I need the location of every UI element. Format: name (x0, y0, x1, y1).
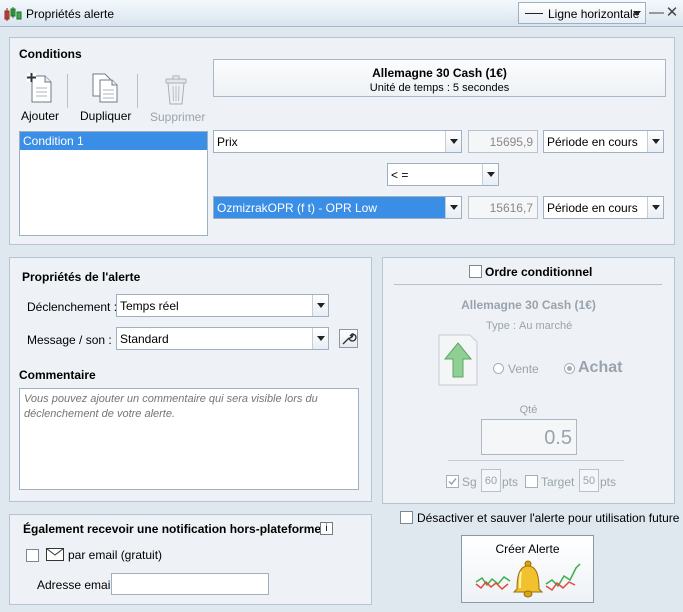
target-unit: pts (600, 475, 617, 489)
chevron-down-icon (312, 328, 328, 349)
disable-save-label: Désactiver et sauver l'alerte pour utili… (417, 511, 680, 525)
left-period-select[interactable]: Période en cours (543, 130, 664, 153)
chevron-down-icon (647, 131, 663, 152)
duplicate-documents-icon (92, 73, 118, 103)
create-alert-label: Créer Alerte (495, 542, 560, 556)
wrench-icon (342, 333, 357, 345)
left-operand-value: Prix (217, 135, 238, 149)
instrument-header: Allemagne 30 Cash (1€) Unité de temps : … (213, 59, 666, 97)
target-checkbox[interactable] (525, 475, 538, 488)
divider (448, 460, 624, 461)
sell-radio[interactable] (493, 363, 504, 374)
trigger-value: Temps réel (120, 299, 179, 313)
conditions-list[interactable]: Condition 1 (19, 131, 208, 236)
comment-title: Commentaire (19, 368, 96, 382)
stop-loss-field[interactable]: 60 (481, 469, 501, 492)
trash-icon (165, 75, 187, 105)
right-operand-value-field: 15616,7 (468, 196, 538, 219)
message-label: Message / son : (27, 333, 112, 347)
right-operand-value: OzmizrakOPR (f t) - OPR Low (217, 201, 378, 215)
chevron-down-icon (647, 197, 663, 218)
message-select[interactable]: Standard (116, 327, 329, 350)
alert-properties-title: Propriétés de l'alerte (22, 270, 141, 284)
toolbar-separator (137, 74, 138, 108)
order-instrument: Allemagne 30 Cash (1€) (461, 298, 596, 312)
trigger-select[interactable]: Temps réel (116, 294, 329, 317)
email-notification-checkbox[interactable] (26, 549, 39, 562)
line-type-dropdown[interactable]: Ligne horizontale (518, 2, 646, 24)
sound-settings-button[interactable] (339, 329, 358, 348)
notification-title: Également recevoir une notification hors… (23, 522, 322, 536)
right-period-value: Période en cours (547, 201, 638, 215)
create-alert-button[interactable]: Créer Alerte (461, 535, 594, 603)
duplicate-label: Dupliquer (80, 109, 132, 123)
stop-loss-label: Sg (462, 475, 477, 489)
line-type-label: Ligne horizontale (548, 7, 640, 21)
chevron-down-icon (312, 295, 328, 316)
horizontal-line-icon (525, 13, 543, 14)
title-bar: Propriétés alerte Ligne horizontale — ✕ (0, 0, 683, 27)
trigger-label: Déclenchement : (27, 300, 118, 314)
right-period-select[interactable]: Période en cours (543, 196, 664, 219)
conditional-order-checkbox[interactable] (469, 265, 482, 278)
message-value: Standard (120, 332, 169, 346)
quantity-field[interactable]: 0.5 (481, 419, 577, 455)
condition-list-item[interactable]: Condition 1 (20, 132, 207, 150)
order-type-label: Type : (486, 320, 516, 332)
info-icon[interactable]: i (320, 522, 333, 535)
chevron-down-icon (445, 131, 461, 152)
add-label: Ajouter (21, 109, 60, 123)
close-button[interactable]: ✕ (665, 5, 679, 21)
minimize-button[interactable]: — (649, 5, 664, 21)
delete-button[interactable]: Supprimer (150, 75, 206, 124)
divider (394, 284, 662, 285)
email-address-label: Adresse email (37, 578, 114, 592)
quantity-label: Qté (519, 404, 538, 416)
operator-select[interactable]: < = (387, 163, 499, 186)
stop-loss-checkbox[interactable] (446, 475, 459, 488)
left-operand-select[interactable]: Prix (213, 130, 462, 153)
right-operand-select[interactable]: OzmizrakOPR (f t) - OPR Low (213, 196, 462, 219)
chevron-down-icon (633, 11, 641, 16)
envelope-icon (46, 548, 64, 561)
alert-app-icon (4, 7, 22, 21)
add-document-icon (27, 73, 52, 103)
disable-save-checkbox[interactable] (400, 511, 413, 524)
conditions-title: Conditions (19, 47, 82, 61)
instrument-name: Allemagne 30 Cash (1€) (372, 66, 507, 80)
check-icon (448, 478, 457, 486)
left-operand-value-field: 15695,9 (468, 130, 538, 153)
stop-loss-unit: pts (502, 475, 519, 489)
chevron-down-icon (445, 197, 461, 218)
order-type-value: Au marché (519, 320, 573, 332)
sell-label: Vente (508, 362, 539, 376)
add-button[interactable]: Ajouter (21, 72, 59, 123)
buy-label: Achat (578, 359, 623, 376)
comment-textarea[interactable] (19, 388, 359, 490)
duplicate-button[interactable]: Dupliquer (80, 72, 132, 123)
buy-radio[interactable] (564, 363, 575, 374)
target-field[interactable]: 50 (579, 469, 599, 492)
operator-value: < = (391, 168, 409, 182)
buy-arrow-icon (438, 334, 478, 386)
bell-chart-icon (475, 560, 581, 598)
delete-label: Supprimer (150, 110, 206, 124)
conditional-order-panel (382, 257, 675, 504)
email-notification-label: par email (gratuit) (68, 548, 163, 562)
email-address-input[interactable] (111, 573, 269, 595)
target-label: Target (541, 475, 575, 489)
window-title: Propriétés alerte (26, 7, 115, 21)
instrument-timeframe: Unité de temps : 5 secondes (369, 82, 510, 94)
chevron-down-icon (482, 164, 498, 185)
left-period-value: Période en cours (547, 135, 638, 149)
conditional-order-label: Ordre conditionnel (485, 265, 593, 279)
toolbar-separator (67, 74, 68, 108)
